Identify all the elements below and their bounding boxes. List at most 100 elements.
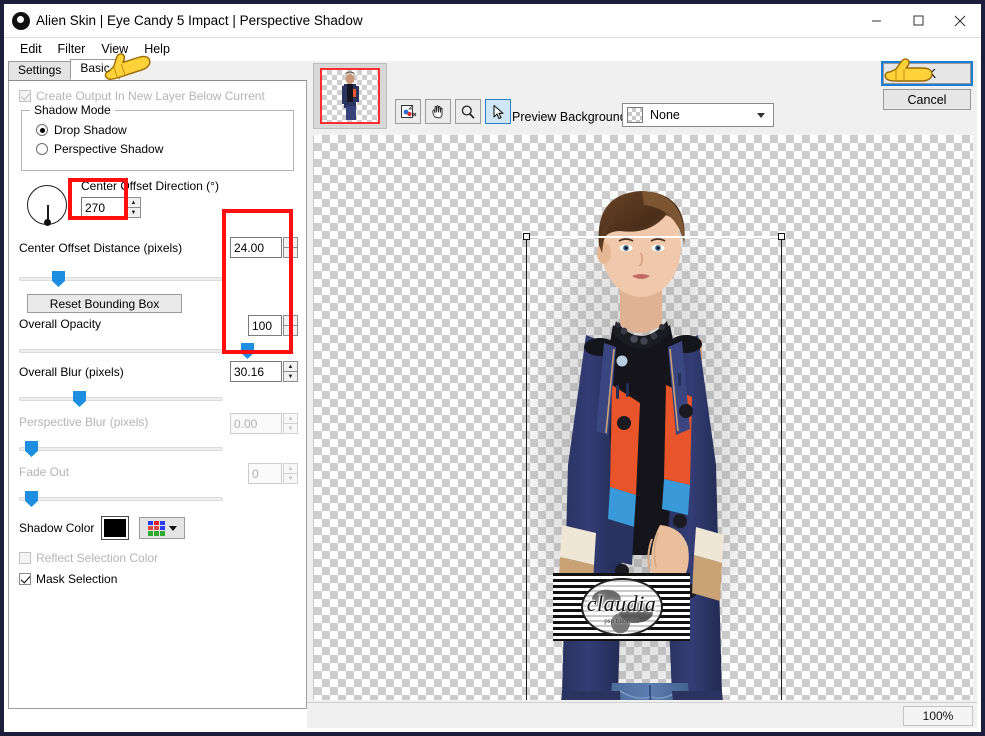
distance-spin-up[interactable]: ▲	[283, 237, 298, 248]
fade-out-input	[248, 463, 282, 484]
reflect-selection-color-label: Reflect Selection Color	[36, 551, 159, 565]
title-bar: Alien Skin | Eye Candy 5 Impact | Perspe…	[4, 4, 981, 38]
zoom-magnifier-icon[interactable]	[455, 99, 481, 124]
dial-knob[interactable]	[44, 219, 51, 226]
opacity-spin-up[interactable]: ▲	[283, 315, 298, 326]
overall-opacity-input[interactable]	[248, 315, 282, 336]
chevron-down-icon[interactable]	[757, 112, 765, 118]
ok-button[interactable]: OK	[881, 61, 973, 86]
opacity-slider-track[interactable]	[19, 349, 223, 353]
preview-compare-icon[interactable]	[395, 99, 421, 124]
palette-grid-icon	[147, 520, 165, 536]
fade-out-row: Fade Out ▲ ▼	[19, 463, 298, 489]
application-window: Alien Skin | Eye Candy 5 Impact | Perspe…	[0, 0, 985, 736]
shadow-mode-group: Shadow Mode Drop Shadow Perspective Shad…	[21, 103, 294, 171]
opacity-slider-thumb[interactable]	[241, 343, 254, 359]
mask-selection-checkbox[interactable]	[19, 573, 31, 585]
preview-background-value: None	[650, 108, 680, 122]
alien-skin-icon	[12, 11, 30, 30]
tab-settings[interactable]: Settings	[8, 61, 72, 80]
overall-opacity-row: Overall Opacity ▲ ▼	[19, 315, 298, 341]
fade-out-spin-up: ▲	[283, 463, 298, 474]
mask-selection-label: Mask Selection	[36, 572, 118, 586]
center-offset-distance-spinner[interactable]: ▲ ▼	[230, 237, 298, 258]
overall-blur-slider[interactable]	[19, 391, 296, 407]
watermark-text: claudia	[586, 591, 657, 616]
tab-strip: Settings Basic	[8, 59, 307, 81]
window-title: Alien Skin | Eye Candy 5 Impact | Perspe…	[36, 13, 363, 28]
drop-shadow-label: Drop Shadow	[54, 123, 127, 137]
perspective-blur-spin-down: ▼	[283, 424, 298, 434]
zoom-level-indicator[interactable]: 100%	[903, 706, 973, 726]
menu-edit[interactable]: Edit	[12, 40, 50, 58]
window-controls	[855, 4, 981, 38]
shadow-color-row: Shadow Color	[19, 516, 296, 540]
menu-filter[interactable]: Filter	[50, 40, 94, 58]
radio-perspective-shadow[interactable]: Perspective Shadow	[36, 142, 283, 156]
blur-spin-down[interactable]: ▼	[283, 372, 298, 382]
selection-handle-top-right[interactable]	[778, 233, 785, 240]
center-offset-distance-input[interactable]	[230, 237, 282, 258]
overall-opacity-spinner[interactable]: ▲ ▼	[248, 315, 298, 336]
create-output-label: Create Output In New Layer Below Current	[36, 89, 265, 103]
panel-body: Create Output In New Layer Below Current…	[8, 81, 307, 709]
maximize-button[interactable]	[897, 4, 939, 38]
minimize-button[interactable]	[855, 4, 897, 38]
perspective-shadow-radio[interactable]	[36, 143, 48, 155]
shadow-color-swatch[interactable]	[101, 516, 130, 540]
shadow-color-palette-button[interactable]	[139, 517, 186, 539]
center-offset-distance-slider[interactable]	[19, 271, 296, 287]
preview-area: Preview Background: None OK Cancel claud…	[307, 61, 977, 728]
selection-handle-top-left[interactable]	[523, 233, 530, 240]
distance-slider-thumb[interactable]	[52, 271, 65, 287]
fade-out-spin-down: ▼	[283, 474, 298, 484]
fade-out-slider	[19, 491, 296, 507]
direction-spin-down[interactable]: ▼	[126, 208, 141, 218]
direction-dial[interactable]	[27, 185, 67, 226]
fade-out-slider-thumb	[25, 491, 38, 507]
overall-blur-input[interactable]	[230, 361, 282, 382]
thumbnail-crop-frame[interactable]	[320, 68, 380, 124]
menu-bar: Edit Filter View Help	[4, 38, 981, 59]
fade-out-spinner: ▲ ▼	[248, 463, 298, 484]
perspective-blur-row: Perspective Blur (pixels) ▲ ▼	[19, 413, 298, 439]
blur-spin-up[interactable]: ▲	[283, 361, 298, 372]
blur-slider-track[interactable]	[19, 397, 223, 401]
close-button[interactable]	[939, 4, 981, 38]
menu-help[interactable]: Help	[136, 40, 178, 58]
center-offset-direction-spinner[interactable]: ▲ ▼	[81, 197, 141, 218]
perspective-blur-spin-up: ▲	[283, 413, 298, 424]
perspective-blur-input	[230, 413, 282, 434]
center-offset-direction-label: Center Offset Direction (°)	[81, 179, 219, 193]
drop-shadow-radio[interactable]	[36, 124, 48, 136]
reflect-selection-color-checkbox	[19, 552, 31, 564]
overall-opacity-slider[interactable]	[19, 343, 296, 359]
select-arrow-icon[interactable]	[485, 99, 511, 124]
direction-spin-up[interactable]: ▲	[126, 197, 141, 208]
preview-background-select[interactable]: None	[622, 103, 774, 127]
tab-basic[interactable]: Basic	[70, 59, 120, 80]
direction-spin-buttons: ▲ ▼	[126, 197, 141, 218]
distance-spin-down[interactable]: ▼	[283, 248, 298, 258]
create-output-row[interactable]: Create Output In New Layer Below Current	[19, 89, 296, 103]
navigator-thumbnail[interactable]	[313, 63, 387, 129]
radio-drop-shadow[interactable]: Drop Shadow	[36, 123, 283, 137]
blur-slider-thumb[interactable]	[73, 391, 86, 407]
overall-blur-spinner[interactable]: ▲ ▼	[230, 361, 298, 382]
perspective-blur-slider-thumb	[25, 441, 38, 457]
pan-hand-icon[interactable]	[425, 99, 451, 124]
reset-bounding-box-button[interactable]: Reset Bounding Box	[27, 294, 182, 313]
chevron-down-icon	[168, 525, 177, 531]
reflect-selection-color-row: Reflect Selection Color	[19, 551, 296, 565]
menu-view[interactable]: View	[93, 40, 136, 58]
mask-selection-row[interactable]: Mask Selection	[19, 572, 296, 586]
shadow-mode-title: Shadow Mode	[30, 103, 115, 117]
preview-canvas[interactable]: claudia psp tutorials	[313, 135, 973, 700]
center-offset-direction-input[interactable]	[81, 197, 125, 218]
distance-slider-track[interactable]	[19, 277, 223, 281]
preview-toolbar: Preview Background: None OK Cancel	[307, 61, 977, 135]
watermark-subtext: psp tutorials	[604, 617, 639, 625]
opacity-spin-down[interactable]: ▼	[283, 326, 298, 336]
cancel-button[interactable]: Cancel	[883, 89, 971, 110]
create-output-checkbox[interactable]	[19, 90, 31, 102]
